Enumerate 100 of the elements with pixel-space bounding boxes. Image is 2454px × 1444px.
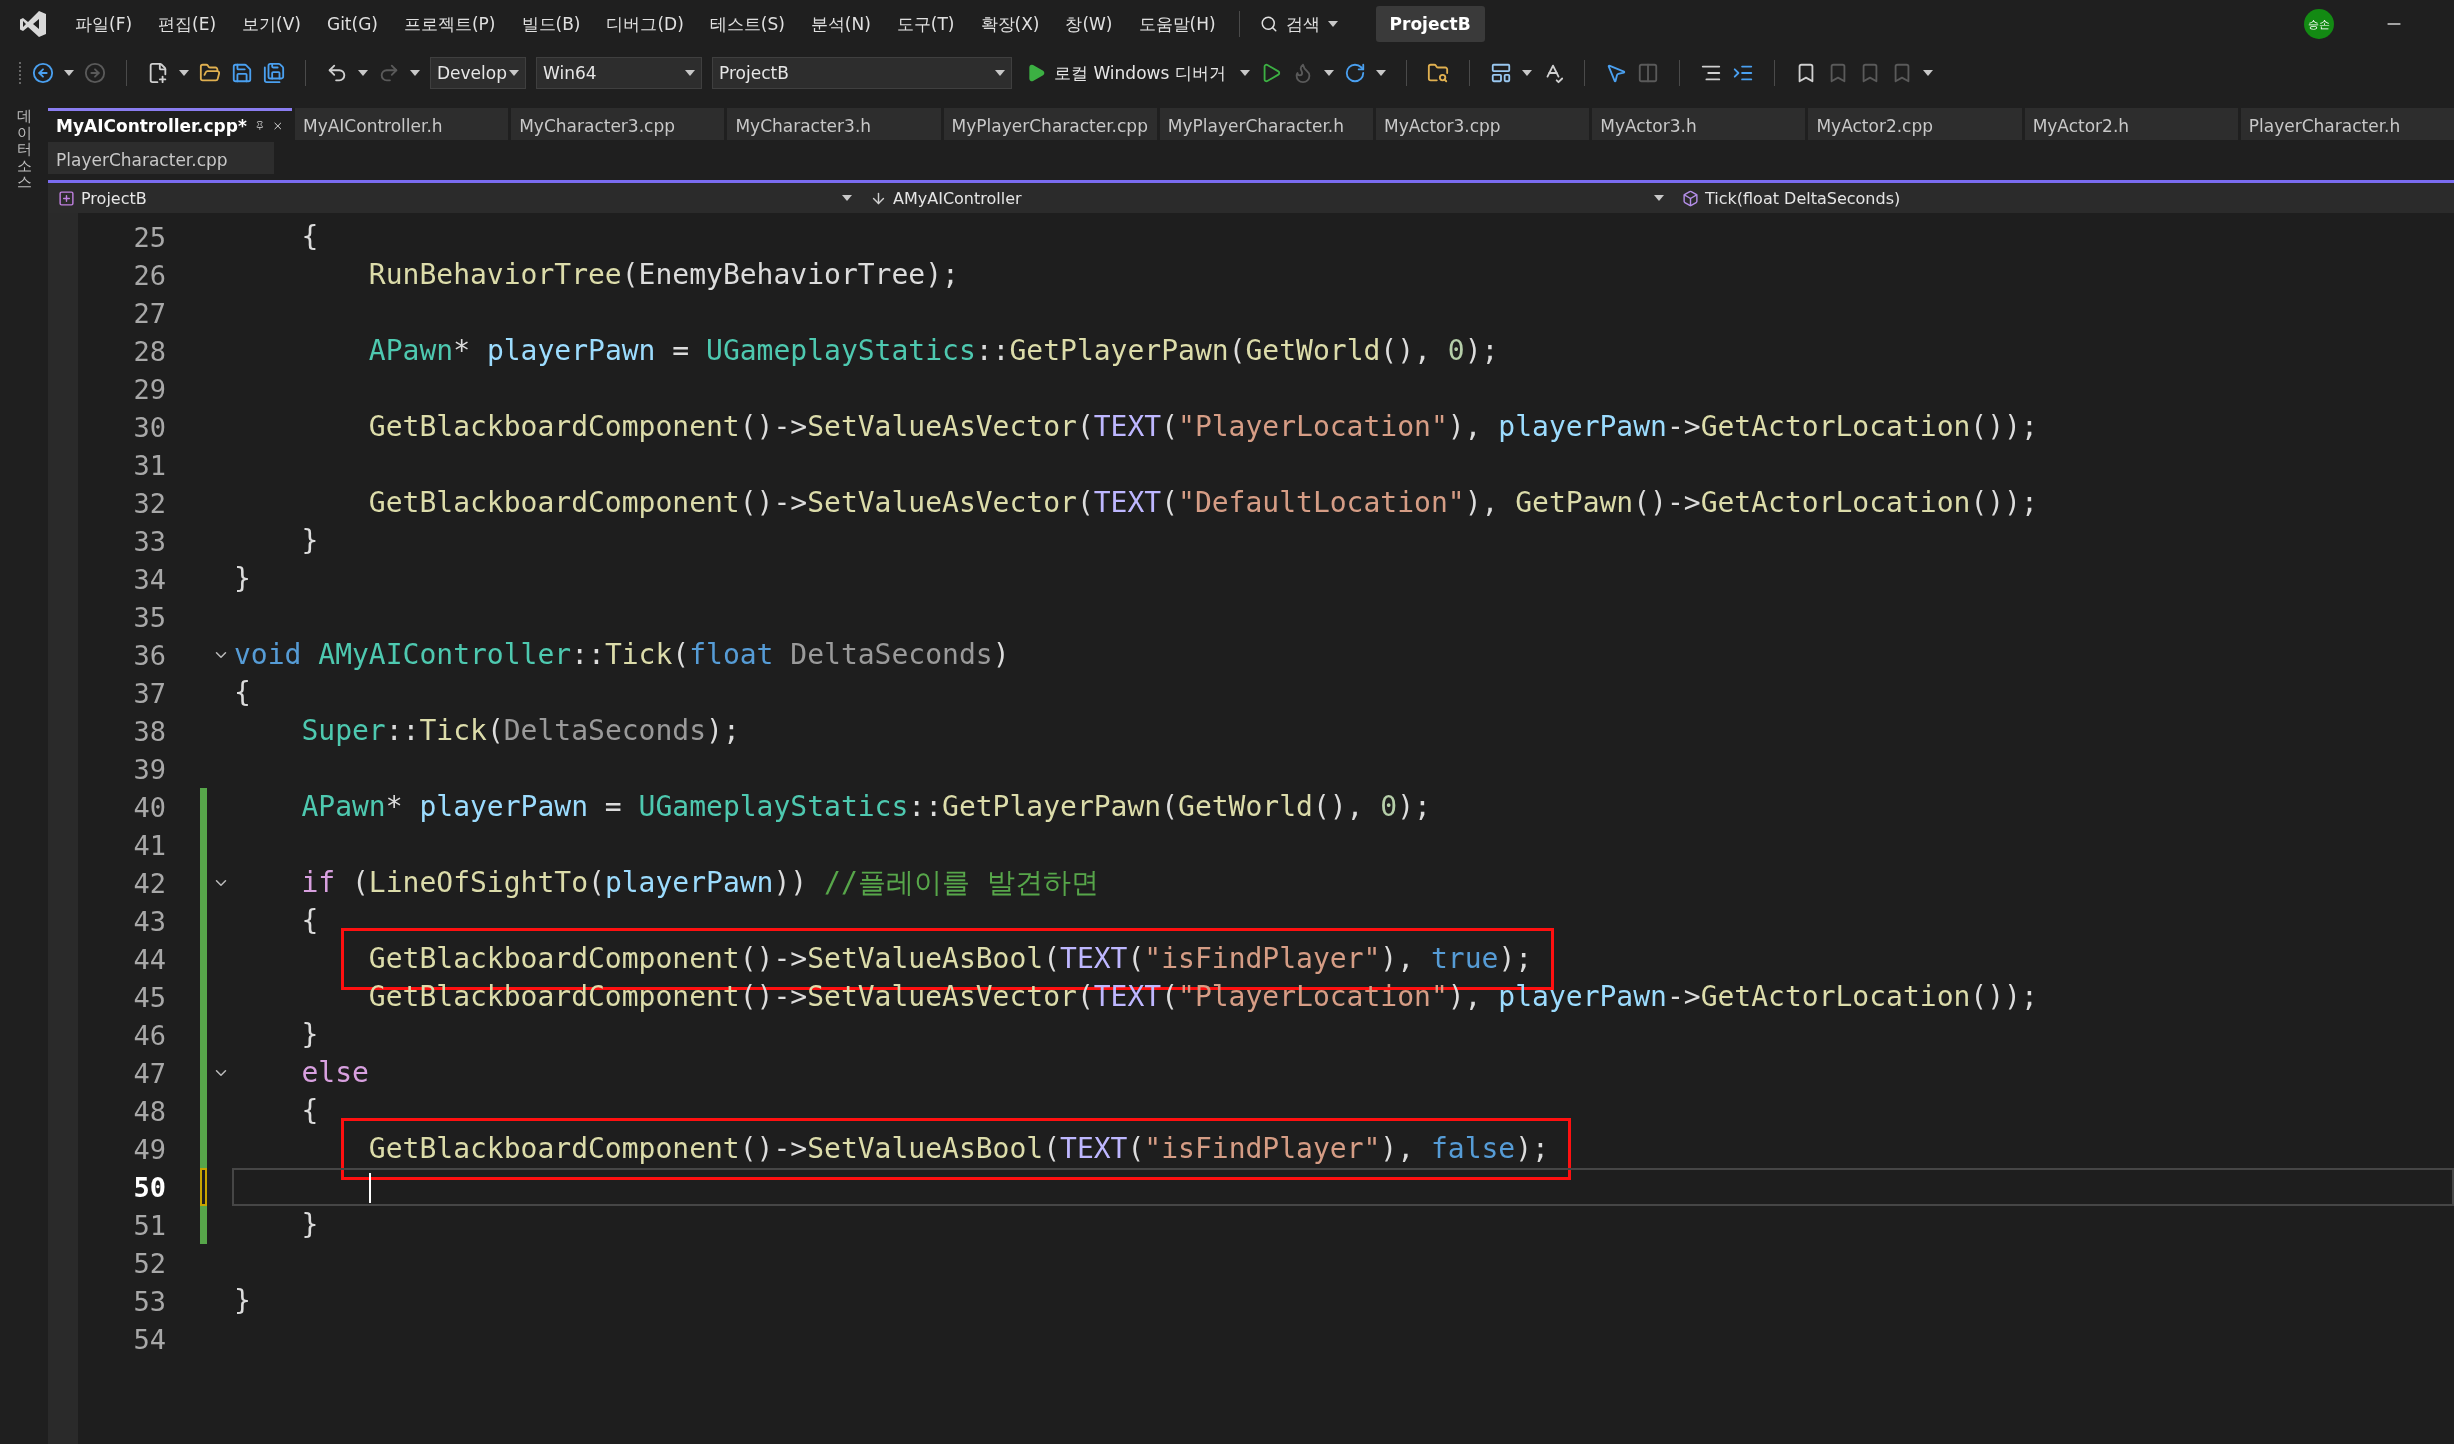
line-number: 38 <box>132 715 166 747</box>
search-icon <box>1259 15 1278 33</box>
menu-item[interactable]: 테스트(S) <box>696 12 798 36</box>
platform-dropdown[interactable]: Win64 <box>536 57 702 89</box>
back-icon[interactable] <box>32 62 54 84</box>
menu-item[interactable]: 확장(X) <box>967 12 1053 36</box>
line-number: 43 <box>132 905 166 937</box>
line-number: 53 <box>132 1285 166 1317</box>
caret-icon <box>179 70 189 76</box>
file-tab[interactable]: MyActor2.cpp <box>1808 108 2022 140</box>
caret-icon <box>1323 70 1334 76</box>
line-number: 46 <box>132 1019 166 1051</box>
caret-icon <box>509 70 519 76</box>
play-icon <box>1026 63 1046 83</box>
file-tab[interactable]: MyCharacter3.h <box>727 108 941 140</box>
menu-item[interactable]: 디버그(D) <box>593 12 697 36</box>
line-number: 45 <box>132 981 166 1013</box>
code-line: GetBlackboardComponent()->SetValueAsBool(TEXT("isFindPlayer"), false); <box>368 1132 1549 1166</box>
file-tab[interactable]: PlayerCharacter.h <box>2240 108 2454 140</box>
line-number: 31 <box>132 449 166 481</box>
menu-item[interactable]: 분석(N) <box>797 12 884 36</box>
code-line: GetBlackboardComponent()->SetValueAsBool(TEXT("isFindPlayer"), true); <box>368 942 1533 976</box>
file-tab[interactable]: PlayerCharacter.cpp <box>48 142 274 174</box>
save-icon[interactable] <box>231 62 253 84</box>
caret-icon <box>685 70 695 76</box>
line-number: 33 <box>132 525 166 557</box>
start-debugging-button[interactable]: 로컬 Windows 디버거 <box>1022 61 1230 85</box>
line-number: 40 <box>132 791 166 823</box>
code-line: APawn* playerPawn = UGameplayStatics::GetPlayerPawn(GetWorld(), 0); <box>368 334 1499 368</box>
side-panel-tab[interactable]: 데이터 소스 <box>13 108 35 191</box>
new-item-icon[interactable] <box>147 62 169 84</box>
redo-icon[interactable] <box>378 62 400 84</box>
window-icon[interactable] <box>1489 62 1512 84</box>
cube-icon <box>1682 189 1699 207</box>
file-tab[interactable]: MyPlayerCharacter.h <box>1159 108 1373 140</box>
code-line: GetBlackboardComponent()->SetValueAsVector(TEXT("PlayerLocation"), playerPawn->GetActorLocation()); <box>368 410 2038 444</box>
undo-icon[interactable] <box>326 62 348 84</box>
code-line: { <box>301 1094 319 1128</box>
line-number: 36 <box>132 639 166 671</box>
line-number: 29 <box>132 373 166 405</box>
file-tab[interactable]: MyActor3.h <box>1592 108 1806 140</box>
line-number: 25 <box>132 221 166 253</box>
line-number: 48 <box>132 1095 166 1127</box>
line-number: 44 <box>132 943 166 975</box>
code-line: APawn* playerPawn = UGameplayStatics::GetPlayerPawn(GetWorld(), 0); <box>301 790 1431 824</box>
menu-item[interactable]: 창(W) <box>1052 12 1126 36</box>
startup-project-dropdown[interactable]: ProjectB <box>712 57 1012 89</box>
code-line: else <box>301 1056 369 1090</box>
pin-icon[interactable] <box>254 118 265 133</box>
save-all-icon[interactable] <box>263 62 285 84</box>
line-number: 28 <box>132 335 166 367</box>
line-number: 47 <box>132 1057 166 1089</box>
code-line: { <box>301 904 319 938</box>
file-tab[interactable]: MyActor2.h <box>2024 108 2238 140</box>
menu-item[interactable]: 보기(V) <box>229 12 314 36</box>
code-line: GetBlackboardComponent()->SetValueAsVector(TEXT("DefaultLocation"), GetPawn()->GetActorLocation()); <box>368 486 2038 520</box>
line-number: 32 <box>132 487 166 519</box>
account-avatar[interactable]: 승손 <box>2304 9 2334 39</box>
line-number: 35 <box>132 601 166 633</box>
menu-item[interactable]: 도움말(H) <box>1125 12 1229 36</box>
menu-item[interactable]: 빌드(B) <box>508 12 594 36</box>
caret-icon <box>1922 70 1933 76</box>
caret-icon <box>410 70 420 76</box>
search-button[interactable]: 검색 <box>1249 8 1348 40</box>
file-tab[interactable]: MyCharacter3.cpp <box>511 108 725 140</box>
line-number: 41 <box>132 829 166 861</box>
caret-icon <box>842 195 852 201</box>
caret-icon <box>1654 195 1664 201</box>
code-line: Super::Tick(DeltaSeconds); <box>301 714 740 748</box>
solution-name: ProjectB <box>1375 6 1485 42</box>
code-line: void AMyAIController::Tick(float DeltaSeconds) <box>234 638 1010 672</box>
code-line: } <box>234 562 251 596</box>
folder-search-icon[interactable] <box>1426 62 1449 84</box>
menu-item[interactable]: Git(G) <box>313 14 391 34</box>
caret-icon <box>1327 21 1338 27</box>
caret-icon <box>995 70 1005 76</box>
code-line: { <box>301 220 319 254</box>
line-number: 26 <box>132 259 166 291</box>
line-number: 42 <box>132 867 166 899</box>
caret-icon <box>358 70 368 76</box>
file-tab[interactable]: MyActor3.cpp <box>1376 108 1590 140</box>
file-tab[interactable]: MyAIController.h <box>295 108 509 140</box>
menu-item[interactable]: 프로젝트(P) <box>390 12 509 36</box>
columns-icon[interactable] <box>1636 62 1659 84</box>
line-number: 39 <box>132 753 166 785</box>
restart-icon[interactable] <box>1343 62 1366 84</box>
caret-icon <box>64 70 74 76</box>
line-number: 54 <box>132 1323 166 1355</box>
menu-item[interactable]: 파일(F) <box>62 12 146 36</box>
menu-item[interactable]: 편집(E) <box>145 12 230 36</box>
line-number: 49 <box>132 1133 166 1165</box>
code-line: } <box>301 1208 319 1242</box>
configuration-dropdown[interactable]: Develop <box>430 57 526 89</box>
line-number: 34 <box>132 563 166 595</box>
file-tab[interactable]: MyPlayerCharacter.cpp <box>943 108 1157 140</box>
app-logo-icon <box>18 9 48 39</box>
open-folder-icon[interactable] <box>199 62 221 84</box>
forward-icon[interactable] <box>84 62 106 84</box>
code-line: GetBlackboardComponent()->SetValueAsVector(TEXT("PlayerLocation"), playerPawn->GetActorLocation()); <box>368 980 2038 1014</box>
menu-item[interactable]: 도구(T) <box>883 12 968 36</box>
